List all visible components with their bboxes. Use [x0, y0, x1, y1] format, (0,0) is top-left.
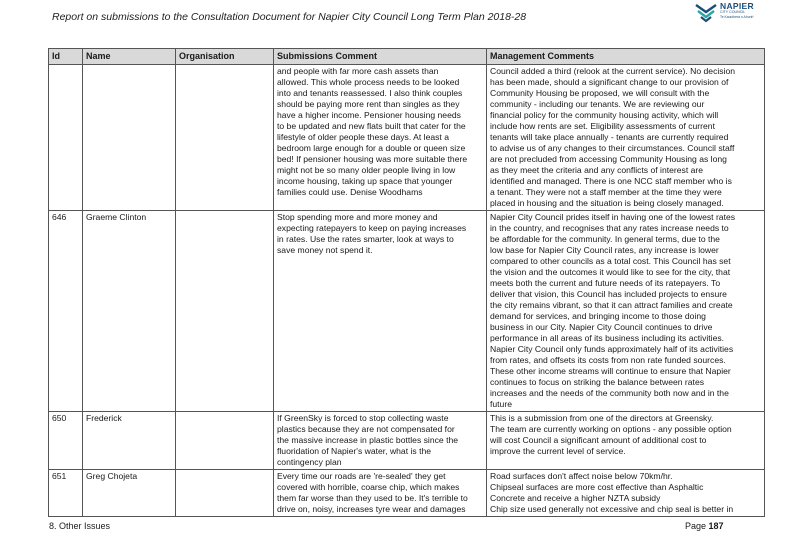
cell-organisation — [175, 469, 274, 517]
cell-submission-comment: Every time our roads are 're-sealed' the… — [273, 469, 487, 517]
column-header-submissions-comment: Submissions Comment — [273, 48, 487, 65]
footer-page: Page 187 — [685, 521, 724, 531]
napier-city-council-logo: NAPIER CITY COUNCIL Te Kaunihera o Ahuri… — [694, 0, 754, 26]
logo-subtitle: CITY COUNCIL — [720, 10, 746, 14]
cell-id: 646 — [48, 210, 83, 412]
table-row: and people with far more cash assets tha… — [48, 64, 765, 211]
cell-id: 650 — [48, 411, 83, 470]
table-header-row: Id Name Organisation Submissions Comment… — [48, 48, 765, 65]
cell-organisation — [175, 411, 274, 470]
footer-section: 8. Other Issues — [49, 521, 111, 531]
table-row: 650 Frederick If GreenSky is forced to s… — [48, 411, 765, 470]
cell-management-comment: This is a submission from one of the dir… — [486, 411, 765, 470]
cell-id: 651 — [48, 469, 83, 517]
table-row: 646 Graeme Clinton Stop spending more an… — [48, 210, 765, 412]
cell-submission-comment: If GreenSky is forced to stop collecting… — [273, 411, 487, 470]
table-row: 651 Greg Chojeta Every time our roads ar… — [48, 469, 765, 517]
page-number: 187 — [708, 521, 724, 531]
column-header-management-comments: Management Comments — [486, 48, 765, 65]
cell-submission-comment: Stop spending more and more money and ex… — [273, 210, 487, 412]
column-header-name: Name — [82, 48, 176, 65]
column-header-organisation: Organisation — [175, 48, 274, 65]
cell-name — [82, 64, 176, 211]
cell-submission-comment: and people with far more cash assets tha… — [273, 64, 487, 211]
cell-id — [48, 64, 83, 211]
page-label: Page — [685, 521, 707, 531]
cell-management-comment: Napier City Council prides itself in hav… — [486, 210, 765, 412]
cell-organisation — [175, 64, 274, 211]
cell-management-comment: Road surfaces don't affect noise below 7… — [486, 469, 765, 517]
cell-organisation — [175, 210, 274, 412]
report-title: Report on submissions to the Consultatio… — [52, 11, 527, 23]
cell-name: Graeme Clinton — [82, 210, 176, 412]
cell-management-comment: Council added a third (relook at the cur… — [486, 64, 765, 211]
cell-name: Frederick — [82, 411, 176, 470]
column-header-id: Id — [48, 48, 83, 65]
cell-name: Greg Chojeta — [82, 469, 176, 517]
napier-wave-icon — [695, 4, 717, 23]
submissions-table: Id Name Organisation Submissions Comment… — [48, 48, 765, 517]
logo-tagline: Te Kaunihera o Ahuriri — [720, 15, 754, 19]
